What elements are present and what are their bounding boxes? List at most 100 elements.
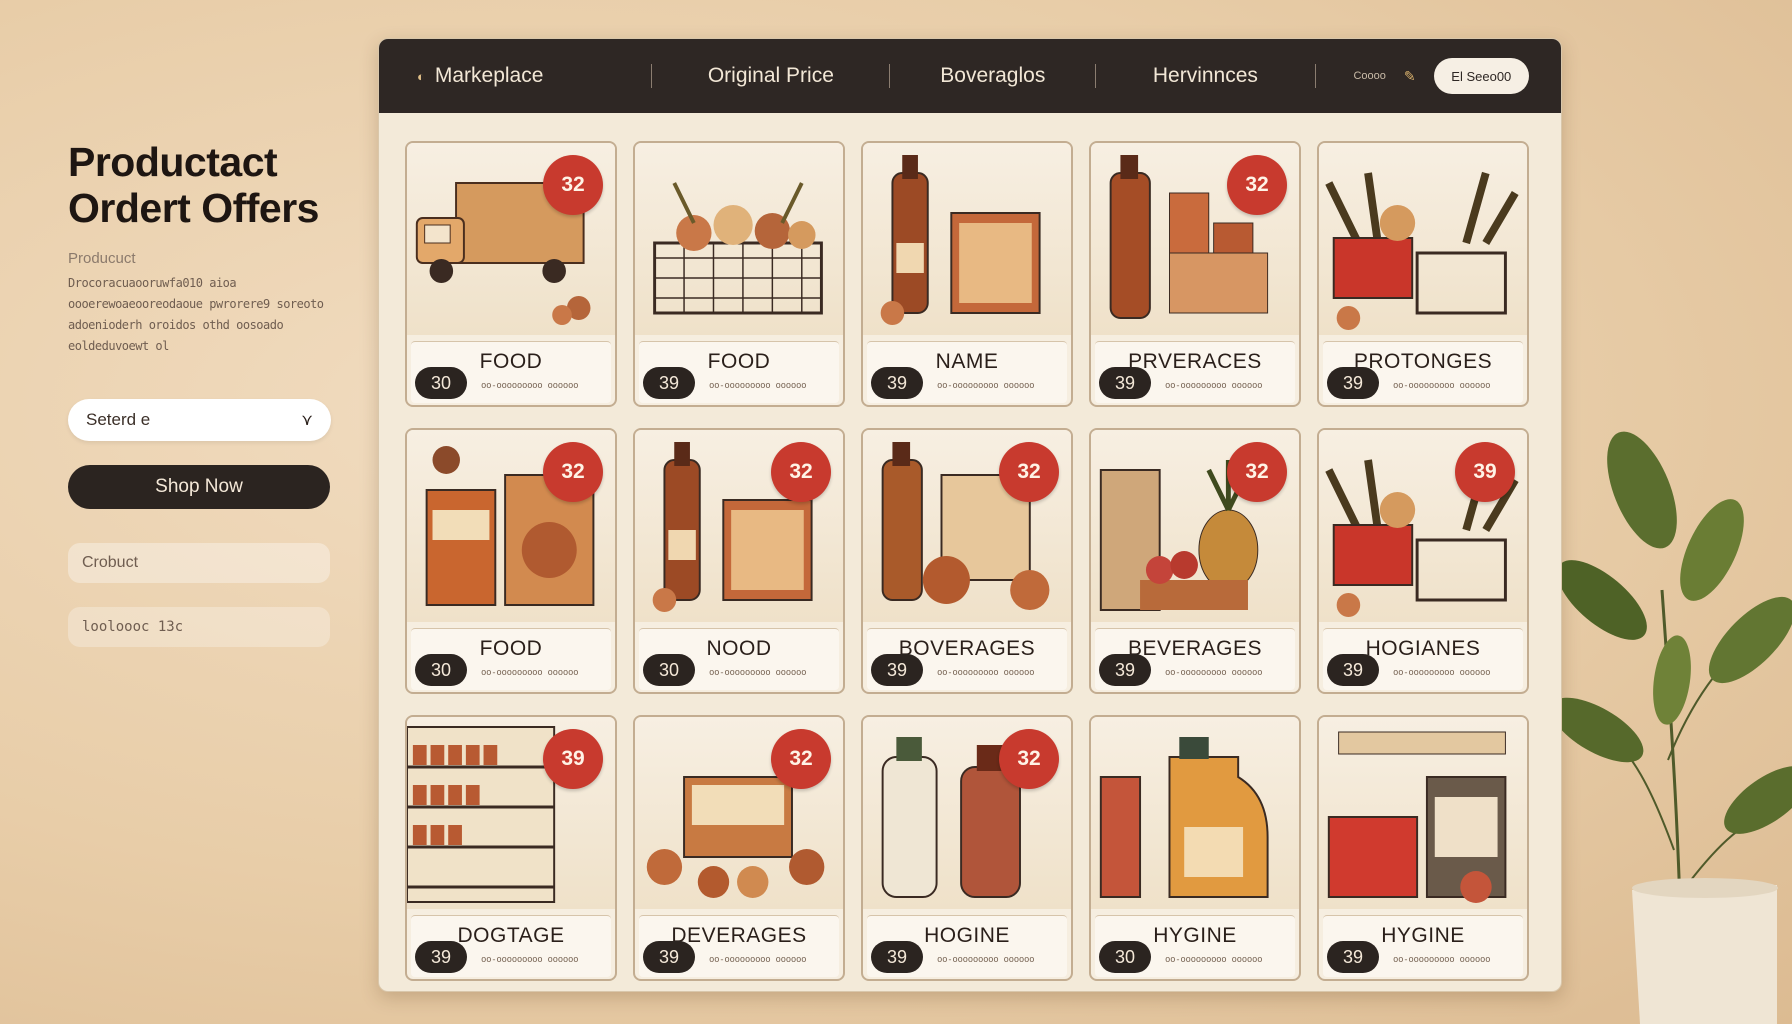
product-card[interactable]: 32 DEVERAGES 39 oo-ooooooooo oooooo <box>633 715 845 981</box>
discount-badge: 32 <box>1227 155 1287 215</box>
page-title: Productact Ordert Offers <box>68 139 348 232</box>
product-card[interactable]: FOOD 39 oo-ooooooooo oooooo <box>633 141 845 407</box>
card-footer: NOOD 30 oo-ooooooooo oooooo <box>639 628 839 690</box>
price-button[interactable]: 39 <box>415 941 467 973</box>
card-footer: NAME 39 oo-ooooooooo oooooo <box>867 341 1067 403</box>
product-meta: oo-ooooooooo oooooo <box>1393 955 1491 965</box>
discount-badge: 39 <box>1455 442 1515 502</box>
product-meta: oo-ooooooooo oooooo <box>1165 381 1263 391</box>
chevron-down-icon: ⋎ <box>301 411 313 429</box>
product-card[interactable]: 32 BOVERAGES 39 oo-ooooooooo oooooo <box>861 428 1073 694</box>
code-field[interactable]: looloooc 13c <box>68 606 330 647</box>
product-meta: oo-ooooooooo oooooo <box>1393 668 1491 678</box>
product-card[interactable]: 32 FOOD 30 oo-ooooooooo oooooo <box>405 428 617 694</box>
card-footer: HOGIANES 39 oo-ooooooooo oooooo <box>1323 628 1523 690</box>
product-meta: oo-ooooooooo oooooo <box>481 668 579 678</box>
brand-link[interactable]: ◐ Markeplace <box>417 64 613 88</box>
product-card[interactable]: HYGINE 30 oo-ooooooooo oooooo <box>1089 715 1301 981</box>
card-footer: BEVERAGES 39 oo-ooooooooo oooooo <box>1095 628 1295 690</box>
price-button[interactable]: 39 <box>1099 654 1151 686</box>
price-button[interactable]: 39 <box>1327 654 1379 686</box>
nav-divider <box>1314 64 1316 88</box>
description-text: Drocoracuaooruwfa010 aioa oooerewoaeoore… <box>68 275 324 353</box>
product-card[interactable]: 32 PRVERACES 39 oo-ooooooooo oooooo <box>1089 141 1301 407</box>
product-card[interactable]: PROTONGES 39 oo-ooooooooo oooooo <box>1317 141 1529 407</box>
price-button[interactable]: 39 <box>871 367 923 399</box>
discount-badge: 32 <box>999 729 1059 789</box>
product-meta: oo-ooooooooo oooooo <box>1393 381 1491 391</box>
card-footer: HYGINE 39 oo-ooooooooo oooooo <box>1323 915 1523 977</box>
product-card[interactable]: NAME 39 oo-ooooooooo oooooo <box>861 141 1073 407</box>
price-button[interactable]: 30 <box>1099 941 1151 973</box>
card-footer: HOGINE 39 oo-ooooooooo oooooo <box>867 915 1067 977</box>
price-button[interactable]: 39 <box>871 654 923 686</box>
discount-badge: 32 <box>999 442 1059 502</box>
plant-decoration <box>1562 431 1792 1024</box>
select-value: Seterd e <box>86 409 151 429</box>
discount-badge: 39 <box>543 729 603 789</box>
promo-panel: Productact Ordert Offers Producuct Droco… <box>68 139 348 647</box>
product-card[interactable]: 32 HOGINE 39 oo-ooooooooo oooooo <box>861 715 1073 981</box>
discount-badge: 32 <box>543 155 603 215</box>
logo-icon: ◐ <box>417 68 425 84</box>
product-meta: oo-ooooooooo oooooo <box>1165 668 1263 678</box>
card-footer: FOOD 30 oo-ooooooooo oooooo <box>411 341 611 403</box>
product-meta: oo-ooooooooo oooooo <box>937 955 1035 965</box>
product-card[interactable]: 39 HOGIANES 39 oo-ooooooooo oooooo <box>1317 428 1529 694</box>
product-card[interactable]: HYGINE 39 oo-ooooooooo oooooo <box>1317 715 1529 981</box>
product-card[interactable]: 32 NOOD 30 oo-ooooooooo oooooo <box>633 428 845 694</box>
price-button[interactable]: 39 <box>1327 941 1379 973</box>
search-button[interactable]: El Seeo00 <box>1433 58 1530 94</box>
product-card[interactable]: 32 FOOD 30 oo-ooooooooo oooooo <box>405 141 617 407</box>
price-button[interactable]: 39 <box>1099 367 1151 399</box>
card-footer: DOGTAGE 39 oo-ooooooooo oooooo <box>411 915 611 977</box>
nav-divider <box>889 64 891 88</box>
price-button[interactable]: 39 <box>871 941 923 973</box>
product-card[interactable]: 32 BEVERAGES 39 oo-ooooooooo oooooo <box>1089 428 1301 694</box>
product-meta: oo-ooooooooo oooooo <box>709 955 807 965</box>
product-card[interactable]: 39 DOGTAGE 39 oo-ooooooooo oooooo <box>405 715 617 981</box>
discount-badge: 32 <box>771 729 831 789</box>
product-meta: oo-ooooooooo oooooo <box>481 955 579 965</box>
nav-small-link[interactable]: Coooo <box>1353 70 1385 82</box>
price-button[interactable]: 30 <box>415 367 467 399</box>
product-meta: oo-ooooooooo oooooo <box>937 668 1035 678</box>
card-footer: FOOD 30 oo-ooooooooo oooooo <box>411 628 611 690</box>
tab-original-price[interactable]: Original Price <box>690 64 851 88</box>
card-footer: HYGINE 30 oo-ooooooooo oooooo <box>1095 915 1295 977</box>
card-footer: PROTONGES 39 oo-ooooooooo oooooo <box>1323 341 1523 403</box>
shop-now-button[interactable]: Shop Now <box>68 464 330 509</box>
card-footer: BOVERAGES 39 oo-ooooooooo oooooo <box>867 628 1067 690</box>
top-navbar: ◐ Markeplace Original Price Boveraglos H… <box>379 39 1561 113</box>
price-button[interactable]: 39 <box>643 941 695 973</box>
product-image <box>1319 143 1527 335</box>
card-footer: DEVERAGES 39 oo-ooooooooo oooooo <box>639 915 839 977</box>
product-field[interactable]: Crobuct <box>68 542 330 583</box>
discount-badge: 32 <box>771 442 831 502</box>
nav-divider <box>651 64 653 88</box>
discount-badge: 32 <box>1227 442 1287 502</box>
product-meta: oo-ooooooooo oooooo <box>937 381 1035 391</box>
card-footer: PRVERACES 39 oo-ooooooooo oooooo <box>1095 341 1295 403</box>
price-button[interactable]: 39 <box>643 367 695 399</box>
product-image <box>863 143 1071 335</box>
price-button[interactable]: 39 <box>1327 367 1379 399</box>
tab-beverages[interactable]: Boveraglos <box>928 64 1057 88</box>
discount-badge: 32 <box>543 442 603 502</box>
card-footer: FOOD 39 oo-ooooooooo oooooo <box>639 341 839 403</box>
headline-line-1: Productact <box>68 139 278 185</box>
price-button[interactable]: 30 <box>643 654 695 686</box>
marketplace-window: ◐ Markeplace Original Price Boveraglos H… <box>378 38 1562 992</box>
product-image <box>635 143 843 335</box>
tab-hervinnces[interactable]: Hervinnces <box>1134 64 1276 88</box>
product-meta: oo-ooooooooo oooooo <box>709 668 807 678</box>
product-meta: oo-ooooooooo oooooo <box>1165 955 1263 965</box>
price-button[interactable]: 30 <box>415 654 467 686</box>
category-select[interactable]: Seterd e ⋎ <box>68 398 331 441</box>
brand-label: Markeplace <box>434 64 544 87</box>
cart-icon[interactable]: ✎ <box>1404 68 1416 85</box>
product-meta: oo-ooooooooo oooooo <box>709 381 807 391</box>
subheading: Producuct <box>68 249 136 267</box>
product-image <box>1091 717 1299 909</box>
product-grid: 32 FOOD 30 oo-ooooooooo oooooo FOOD 39 oo-ooo… <box>405 141 1529 981</box>
